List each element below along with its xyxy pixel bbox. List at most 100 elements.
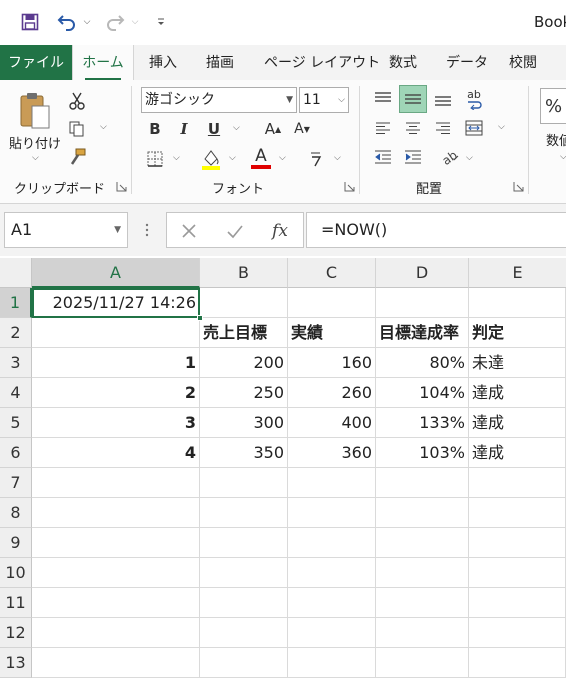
paste-label[interactable]: 貼り付け bbox=[9, 133, 61, 152]
number-group-label[interactable]: 数値 bbox=[546, 130, 566, 149]
row-header-1[interactable]: 1 bbox=[0, 288, 32, 318]
merge-dropdown-icon[interactable]: ⌵ bbox=[498, 122, 505, 132]
cell-c6[interactable]: 360 bbox=[288, 438, 376, 468]
row-header-9[interactable]: 9 bbox=[0, 528, 32, 558]
align-middle-icon[interactable] bbox=[399, 85, 427, 113]
cell-b8[interactable] bbox=[200, 498, 288, 528]
column-header-a[interactable]: A bbox=[32, 258, 200, 288]
fill-color-dropdown-icon[interactable]: ⌵ bbox=[229, 153, 236, 163]
cell-b2[interactable]: 売上目標 bbox=[200, 318, 288, 348]
cancel-icon[interactable] bbox=[177, 219, 201, 243]
cell-b12[interactable] bbox=[200, 618, 288, 648]
cell-c12[interactable] bbox=[288, 618, 376, 648]
formula-bar-grip-icon[interactable] bbox=[140, 220, 154, 240]
column-header-b[interactable]: B bbox=[200, 258, 288, 288]
name-box[interactable]: A1 ▼ bbox=[4, 212, 128, 248]
cell-a11[interactable] bbox=[32, 588, 200, 618]
row-header-8[interactable]: 8 bbox=[0, 498, 32, 528]
copy-icon[interactable] bbox=[66, 118, 88, 140]
font-launcher-icon[interactable] bbox=[344, 181, 355, 192]
cell-a9[interactable] bbox=[32, 528, 200, 558]
cell-e8[interactable] bbox=[469, 498, 566, 528]
borders-icon[interactable] bbox=[144, 148, 166, 170]
tab-review[interactable]: 校閲 bbox=[509, 45, 537, 81]
save-icon[interactable] bbox=[18, 10, 42, 34]
format-painter-icon[interactable] bbox=[66, 146, 88, 168]
font-color-dropdown-icon[interactable]: ⌵ bbox=[279, 153, 286, 163]
row-header-13[interactable]: 13 bbox=[0, 648, 32, 678]
cell-d12[interactable] bbox=[376, 618, 469, 648]
number-format-box[interactable]: % bbox=[540, 88, 566, 124]
column-header-d[interactable]: D bbox=[376, 258, 469, 288]
cell-a12[interactable] bbox=[32, 618, 200, 648]
formula-input[interactable]: =NOW() bbox=[306, 212, 566, 248]
cell-a13[interactable] bbox=[32, 648, 200, 678]
cell-d4[interactable]: 104% bbox=[376, 378, 469, 408]
cell-c1[interactable] bbox=[288, 288, 376, 318]
font-size-dropdown-icon[interactable]: ⌵ bbox=[338, 88, 345, 112]
row-header-11[interactable]: 11 bbox=[0, 588, 32, 618]
cell-e6[interactable]: 達成 bbox=[469, 438, 566, 468]
shrink-font-button[interactable]: A ▼ bbox=[291, 118, 313, 140]
borders-dropdown-icon[interactable]: ⌵ bbox=[173, 153, 180, 163]
cell-a8[interactable] bbox=[32, 498, 200, 528]
column-header-c[interactable]: C bbox=[288, 258, 376, 288]
copy-dropdown-icon[interactable]: ⌵ bbox=[100, 122, 107, 132]
cell-d7[interactable] bbox=[376, 468, 469, 498]
paste-dropdown-icon[interactable]: ⌵ bbox=[32, 153, 39, 163]
name-box-dropdown-icon[interactable]: ▼ bbox=[114, 213, 121, 247]
clipboard-launcher-icon[interactable] bbox=[116, 181, 127, 192]
cell-c2[interactable]: 実績 bbox=[288, 318, 376, 348]
font-size-box[interactable]: 11 ⌵ bbox=[299, 87, 349, 113]
cell-a5[interactable]: 3 bbox=[32, 408, 200, 438]
cell-d10[interactable] bbox=[376, 558, 469, 588]
tab-file[interactable]: ファイル bbox=[0, 45, 72, 81]
phonetic-guide-icon[interactable] bbox=[305, 148, 327, 170]
select-all-corner[interactable] bbox=[0, 258, 32, 288]
underline-dropdown-icon[interactable]: ⌵ bbox=[233, 123, 240, 133]
cell-e5[interactable]: 達成 bbox=[469, 408, 566, 438]
enter-icon[interactable] bbox=[223, 219, 247, 243]
cell-e13[interactable] bbox=[469, 648, 566, 678]
cell-c5[interactable]: 400 bbox=[288, 408, 376, 438]
cell-b13[interactable] bbox=[200, 648, 288, 678]
align-left-icon[interactable] bbox=[371, 117, 395, 139]
row-header-7[interactable]: 7 bbox=[0, 468, 32, 498]
row-header-10[interactable]: 10 bbox=[0, 558, 32, 588]
cell-c13[interactable] bbox=[288, 648, 376, 678]
orientation-icon[interactable]: ab bbox=[437, 144, 461, 168]
merge-center-icon[interactable] bbox=[462, 117, 486, 139]
cell-a3[interactable]: 1 bbox=[32, 348, 200, 378]
cell-d8[interactable] bbox=[376, 498, 469, 528]
redo-dropdown-icon[interactable]: ⌵ bbox=[129, 10, 141, 34]
customize-quick-access-icon[interactable] bbox=[154, 10, 168, 34]
number-dropdown-icon[interactable]: ⌵ bbox=[560, 152, 566, 162]
tab-home[interactable]: ホーム bbox=[72, 45, 134, 81]
cell-b11[interactable] bbox=[200, 588, 288, 618]
undo-dropdown-icon[interactable]: ⌵ bbox=[81, 10, 93, 34]
alignment-launcher-icon[interactable] bbox=[513, 181, 524, 192]
cell-b4[interactable]: 250 bbox=[200, 378, 288, 408]
fill-handle[interactable] bbox=[197, 315, 203, 321]
column-header-e[interactable]: E bbox=[469, 258, 566, 288]
redo-icon[interactable] bbox=[102, 10, 128, 34]
orientation-dropdown-icon[interactable]: ⌵ bbox=[466, 153, 473, 163]
cell-b5[interactable]: 300 bbox=[200, 408, 288, 438]
tab-formulas[interactable]: 数式 bbox=[389, 45, 417, 81]
insert-function-icon[interactable]: fx bbox=[267, 219, 293, 243]
tab-data[interactable]: データ bbox=[446, 45, 488, 81]
fill-color-icon[interactable] bbox=[199, 146, 223, 172]
cell-e1[interactable] bbox=[469, 288, 566, 318]
cell-b9[interactable] bbox=[200, 528, 288, 558]
cell-c10[interactable] bbox=[288, 558, 376, 588]
row-header-6[interactable]: 6 bbox=[0, 438, 32, 468]
cell-d9[interactable] bbox=[376, 528, 469, 558]
cell-a10[interactable] bbox=[32, 558, 200, 588]
cell-e4[interactable]: 達成 bbox=[469, 378, 566, 408]
cell-c7[interactable] bbox=[288, 468, 376, 498]
cell-c9[interactable] bbox=[288, 528, 376, 558]
cell-d11[interactable] bbox=[376, 588, 469, 618]
cell-b7[interactable] bbox=[200, 468, 288, 498]
cell-c8[interactable] bbox=[288, 498, 376, 528]
cell-c4[interactable]: 260 bbox=[288, 378, 376, 408]
